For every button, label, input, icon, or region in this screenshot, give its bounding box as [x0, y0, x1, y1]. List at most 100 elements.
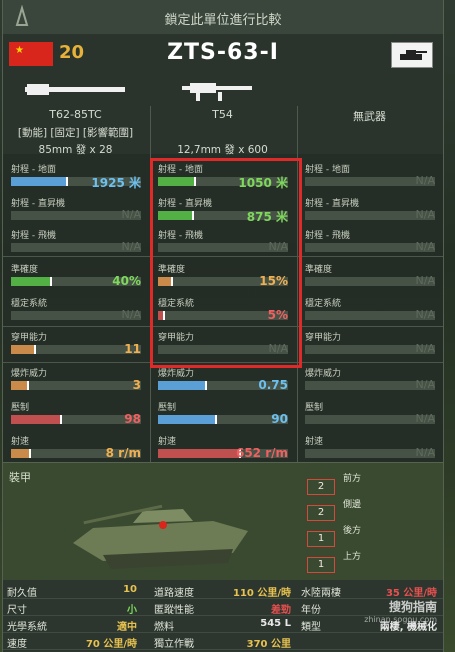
info-value: 10	[123, 584, 137, 595]
stat-3-4: 穩定系統 N/A	[303, 296, 441, 330]
stat-value: N/A	[415, 174, 435, 187]
comparison-card: 鎖定此單位進行比較 ★ 20 ZTS-63-I T62-85TC T54 無武器…	[2, 0, 444, 652]
armor-side-label: 側邊	[343, 500, 362, 510]
info-key: 燃料	[154, 622, 174, 633]
armor-value: 2	[307, 505, 335, 521]
stat-value: N/A	[415, 274, 435, 287]
stat-label: 射程 - 直昇機	[11, 199, 65, 209]
info-row: 尺寸 小 匿蹤性能 差勁 年份	[3, 599, 443, 616]
stat-label: 射程 - 直昇機	[305, 199, 359, 209]
light-tank-icon	[391, 42, 433, 68]
stat-value: N/A	[415, 412, 435, 425]
info-key: 道路速度	[154, 588, 194, 599]
info-cell: 匿蹤性能 差勁	[150, 601, 297, 616]
stat-3-1: 射程 - 直昇機 N/A	[303, 196, 441, 230]
stat-value: N/A	[121, 240, 141, 253]
weapon-3-name[interactable]: 無武器	[297, 108, 442, 124]
stat-1-0: 射程 - 地面 1925 米	[9, 162, 147, 196]
machine-gun-icon	[182, 83, 252, 101]
watermark: 搜狗指南	[388, 600, 437, 614]
weapon-1-name[interactable]: T62-85TC	[3, 108, 148, 121]
stat-bar	[158, 415, 288, 424]
info-cell: 燃料 545 L	[150, 618, 297, 633]
info-row: 耐久值 10 道路速度 110 公里/時 水陸兩棲 35 公里/時	[3, 582, 443, 599]
stat-1-4: 穩定系統 N/A	[9, 296, 147, 330]
stat-2-6: 爆炸威力 0.75	[156, 366, 294, 400]
stat-value: N/A	[415, 446, 435, 459]
stat-label: 穩定系統	[11, 299, 48, 309]
info-key: 水陸兩棲	[301, 588, 341, 599]
stat-value: 652 r/m	[235, 446, 288, 460]
info-value: 110 公里/時	[232, 588, 291, 599]
stat-3-7: 壓制 N/A	[303, 400, 441, 434]
weapon-2-ammo: 12,7mm 發 x 600	[177, 144, 268, 156]
stat-value: N/A	[415, 208, 435, 221]
armor-side-label: 後方	[343, 526, 362, 536]
armor-panel: 裝甲 2 前方 2 側邊 1 後方 1 上方	[3, 462, 443, 581]
stat-bar	[11, 415, 141, 424]
info-key: 耐久值	[7, 588, 37, 599]
info-key: 類型	[301, 622, 321, 633]
stat-label: 壓制	[11, 403, 30, 413]
stat-bar	[11, 345, 141, 354]
stat-label: 射程 - 飛機	[11, 231, 56, 241]
cannon-icon	[25, 84, 125, 95]
weapon-2-name[interactable]: T54	[150, 108, 295, 121]
stat-bar-fill	[11, 415, 62, 424]
info-cell	[297, 635, 443, 649]
lock-bar[interactable]: 鎖定此單位進行比較	[3, 0, 443, 35]
stat-2-7: 壓制 90	[156, 400, 294, 434]
stat-3-5: 穿甲能力 N/A	[303, 330, 441, 364]
unit-name: ZTS-63-I	[167, 40, 279, 65]
stat-1-3: 準確度 40%	[9, 262, 147, 296]
stat-value: N/A	[121, 308, 141, 321]
stat-bar-fill	[11, 277, 52, 286]
stat-value: N/A	[415, 240, 435, 253]
stat-label: 壓制	[158, 403, 177, 413]
info-row: 速度 70 公里/時 獨立作戰 370 公里	[3, 633, 443, 650]
stat-bar-fill	[11, 345, 36, 354]
info-value: 70 公里/時	[85, 639, 137, 650]
info-value: 差勁	[271, 605, 291, 616]
stat-3-0: 射程 - 地面 N/A	[303, 162, 441, 196]
stat-value: N/A	[415, 342, 435, 355]
stat-value: 98	[124, 412, 141, 426]
stat-value: N/A	[415, 308, 435, 321]
armor-row: 2 前方	[295, 474, 435, 499]
stat-1-5: 穿甲能力 11	[9, 330, 147, 364]
stat-label: 射速	[11, 437, 30, 447]
stat-value: 0.75	[258, 378, 288, 392]
info-key: 獨立作戰	[154, 639, 194, 650]
stat-1-6: 爆炸威力 3	[9, 366, 147, 400]
stat-label: 射程 - 飛機	[305, 231, 350, 241]
armor-label: 裝甲	[9, 471, 31, 484]
stat-label: 爆炸威力	[11, 369, 48, 379]
armor-side-label: 上方	[343, 552, 362, 562]
armor-value: 2	[307, 479, 335, 495]
info-cell: 光學系統 適中	[3, 618, 143, 633]
info-cell: 耐久值 10	[3, 584, 143, 599]
stat-bar-fill	[11, 177, 68, 186]
info-cell: 道路速度 110 公里/時	[150, 584, 297, 599]
stat-value: 90	[271, 412, 288, 426]
stat-label: 射程 - 地面	[305, 165, 350, 175]
stat-label: 準確度	[305, 265, 333, 275]
stat-value: 8 r/m	[105, 446, 141, 460]
highlight-box	[150, 158, 302, 368]
info-value: 適中	[117, 622, 137, 633]
watermark-url: zhinan.sogou.com	[364, 615, 437, 624]
weapon-1-ammo: 85mm 發 x 28	[38, 144, 113, 156]
lock-title: 鎖定此單位進行比較	[164, 13, 282, 28]
info-key: 匿蹤性能	[154, 605, 194, 616]
info-key: 年份	[301, 605, 321, 616]
stat-label: 射速	[158, 437, 177, 447]
tank-model-image	[73, 504, 248, 569]
info-value: 370 公里	[246, 639, 291, 650]
info-value: 545 L	[260, 618, 291, 629]
info-key: 光學系統	[7, 622, 47, 633]
armor-row: 1 後方	[295, 526, 435, 551]
info-cell: 獨立作戰 370 公里	[150, 635, 297, 650]
armor-row: 2 側邊	[295, 500, 435, 525]
info-value: 35 公里/時	[385, 588, 437, 599]
info-value: 小	[127, 605, 137, 616]
